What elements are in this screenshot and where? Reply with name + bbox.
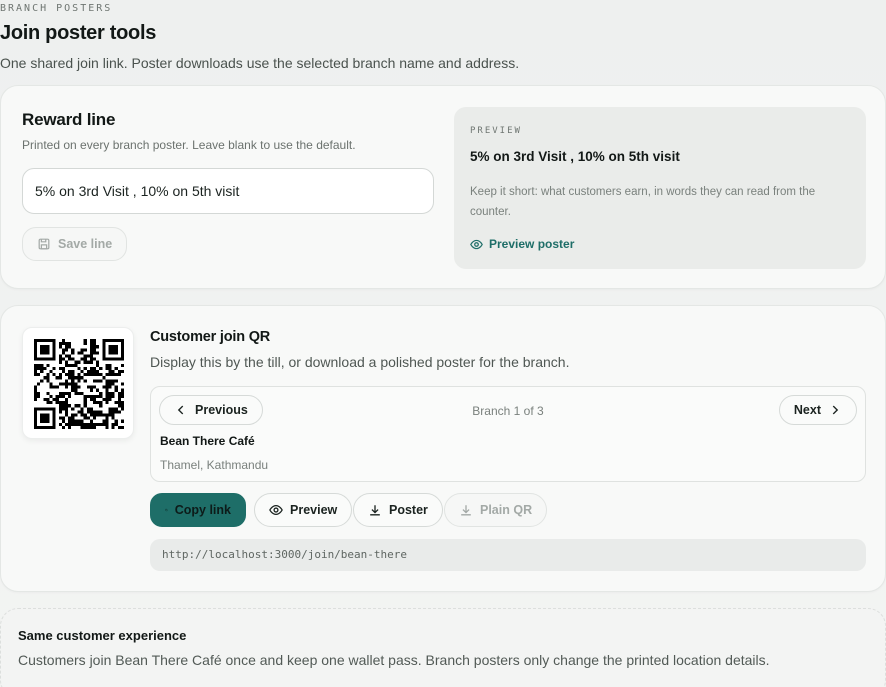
branch-name: Bean There Café — [160, 434, 255, 448]
join-url-field[interactable]: http://localhost:3000/join/bean-there — [150, 539, 866, 571]
preview-hint: Keep it short: what customers earn, in w… — [470, 186, 816, 218]
preview-poster-label: Preview poster — [489, 237, 575, 251]
note-text: Customers join Bean There Café once and … — [18, 652, 770, 668]
copy-icon — [165, 508, 168, 512]
plain-qr-label: Plain QR — [480, 503, 533, 517]
eye-icon — [470, 239, 483, 249]
reward-line-card: Reward line Printed on every branch post… — [0, 85, 886, 289]
save-line-label: Save line — [58, 237, 113, 251]
page-subtitle: One shared join link. Poster downloads u… — [0, 55, 520, 71]
page-title: Join poster tools — [0, 22, 157, 44]
preview-poster-link[interactable]: Preview poster — [470, 237, 574, 251]
reward-line-description: Printed on every branch poster. Leave bl… — [22, 138, 356, 152]
download-icon — [461, 505, 471, 516]
copy-link-button[interactable]: Copy link — [150, 493, 246, 527]
download-icon — [370, 505, 380, 516]
poster-download-button[interactable]: Poster — [353, 493, 443, 527]
note-title: Same customer experience — [18, 628, 187, 643]
reward-line-input[interactable]: 5% on 3rd Visit , 10% on 5th visit — [22, 168, 434, 214]
next-branch-button[interactable]: Next — [778, 395, 857, 425]
branch-selector: Previous Branch 1 of 3 Next Bean There C… — [150, 386, 866, 482]
eye-icon — [269, 504, 283, 516]
save-icon — [38, 238, 50, 250]
qr-section-title: Customer join QR — [150, 329, 271, 345]
reward-preview-panel: PREVIEW 5% on 3rd Visit , 10% on 5th vis… — [454, 107, 866, 269]
preview-label: Preview — [290, 503, 338, 517]
next-label: Next — [793, 403, 821, 417]
chevron-right-icon — [832, 405, 839, 415]
poster-label: Poster — [389, 503, 428, 517]
qr-section-description: Display this by the till, or download a … — [150, 354, 570, 370]
branch-address: Thamel, Kathmandu — [160, 458, 269, 472]
qr-code-icon — [34, 339, 124, 429]
section-eyebrow: BRANCH POSTERS — [0, 3, 113, 14]
preview-eyebrow: PREVIEW — [470, 126, 522, 136]
plain-qr-download-button[interactable]: Plain QR — [444, 493, 548, 527]
copy-link-label: Copy link — [174, 503, 231, 517]
reward-line-title: Reward line — [22, 110, 116, 129]
customer-join-qr-card: Customer join QR Display this by the til… — [0, 305, 886, 592]
preview-button[interactable]: Preview — [254, 493, 353, 527]
branch-counter: Branch 1 of 3 — [472, 404, 544, 418]
customer-experience-note: Same customer experience Customers join … — [0, 608, 886, 687]
qr-code-tile — [22, 327, 134, 439]
save-line-button[interactable]: Save line — [22, 227, 128, 261]
preview-reward-line: 5% on 3rd Visit , 10% on 5th visit — [470, 149, 680, 164]
